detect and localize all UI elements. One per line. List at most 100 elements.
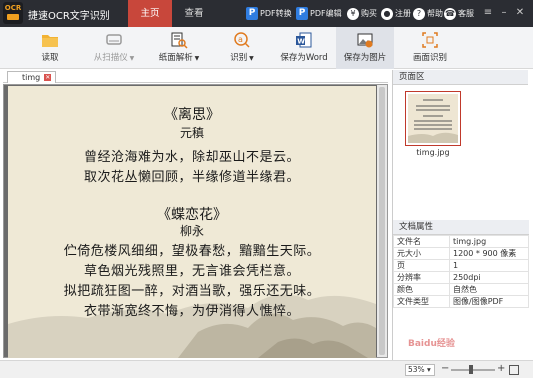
poem-line: 草色烟光残照里，无言谁会凭栏意。 <box>83 264 300 279</box>
pdf-convert-link[interactable]: P PDF转换 <box>246 6 292 21</box>
chevron-down-icon: ▼ <box>127 55 135 62</box>
zoom-slider-handle[interactable] <box>468 365 473 374</box>
property-key: 文件名 <box>393 235 450 248</box>
document-tab[interactable]: timg ✕ <box>7 71 57 83</box>
save-image-label: 保存为图片 <box>343 53 387 63</box>
table-row: 文件名 timg.jpg <box>393 235 529 248</box>
poem-line: 伫倚危楼风细细，望极春愁，黯黯生天际。 <box>63 244 321 259</box>
parse-label: 纸面解析 <box>158 53 193 63</box>
pdf-convert-icon: P <box>246 7 258 20</box>
recognize-label: 识别 <box>230 53 248 63</box>
zoom-out-button[interactable]: − <box>441 363 449 375</box>
table-row: 颜色 自然色 <box>393 283 529 296</box>
scrollbar-thumb[interactable] <box>379 87 385 355</box>
watermark: Baidu经验 <box>408 339 455 349</box>
close-icon[interactable]: ✕ <box>514 7 526 19</box>
tab-view[interactable]: 查看 <box>172 0 216 27</box>
property-value: 1200 * 900 像素 <box>449 247 529 260</box>
register-label: 注册 <box>395 9 411 18</box>
buy-link[interactable]: ¥ 购买 <box>347 6 377 21</box>
document-search-icon <box>171 32 188 49</box>
minimize-icon[interactable]: – <box>498 7 510 19</box>
save-word-label: 保存为Word <box>280 53 328 63</box>
property-key: 颜色 <box>393 283 450 296</box>
menu-icon[interactable]: ≡ <box>482 7 494 19</box>
cart-icon: ¥ <box>347 7 359 20</box>
pdf-convert-label: PDF转换 <box>260 9 292 18</box>
save-word-button[interactable]: W 保存为Word <box>278 27 330 69</box>
word-icon: W <box>296 32 312 48</box>
poem-author-1: 元稹 <box>179 126 204 140</box>
svg-text:W: W <box>297 38 305 46</box>
close-tab-icon[interactable]: ✕ <box>44 74 52 81</box>
property-value: 自然色 <box>449 283 529 296</box>
properties-title: 文档属性 <box>393 220 529 235</box>
property-key: 文件类型 <box>393 295 450 308</box>
service-label: 客服 <box>458 9 474 18</box>
app-title: 捷速OCR文字识别 <box>28 11 110 22</box>
open-button[interactable]: 读取 <box>30 27 70 69</box>
poem-title-2: 《蝶恋花》 <box>157 207 227 223</box>
chevron-down-icon: ▼ <box>192 55 200 62</box>
scan-label: 从扫描仪 <box>93 53 128 63</box>
recognize-button[interactable]: a 识别 ▼ <box>224 27 260 69</box>
help-label: 帮助 <box>427 9 443 18</box>
register-link[interactable]: ● 注册 <box>381 6 411 21</box>
status-bar: 53% ▾ − + <box>0 360 533 378</box>
help-link[interactable]: ? 帮助 <box>413 6 443 21</box>
scan-button[interactable]: 从扫描仪 ▼ <box>88 27 140 69</box>
document-page: 《离思》 元稹 曾经沧海难为水，除却巫山不是云。 取次花丛懒回顾，半缘修道半缘君… <box>8 86 376 358</box>
poem-line: 取次花丛懒回顾，半缘修道半缘君。 <box>83 170 300 185</box>
right-panel: 页面区 timg.jpg 文档属性 文件名 timg.jpg 元大小 1200 * … <box>392 70 529 360</box>
property-value: 图像/图像PDF <box>449 295 529 308</box>
title-bar: OCR 捷速OCR文字识别 主页 查看 P PDF转换 P PDF编辑 ¥ 购买 ● 注… <box>0 0 533 27</box>
crop-icon <box>422 32 438 48</box>
thumbnail-image <box>408 94 458 143</box>
tab-home[interactable]: 主页 <box>128 0 172 27</box>
zoom-value: 53% <box>408 365 425 374</box>
zoom-slider[interactable] <box>451 369 495 371</box>
property-value: 250dpi <box>449 271 529 284</box>
chevron-down-icon: ▼ <box>247 55 254 62</box>
main-toolbar: 读取 从扫描仪 ▼ 纸面解析 ▼ a 识别 ▼ W 保存为Word 保存为图片 <box>0 27 533 69</box>
property-value: 1 <box>449 259 529 272</box>
zoom-in-button[interactable]: + <box>497 363 505 375</box>
poem-line: 拟把疏狂图一醉，对酒当歌，强乐还无味。 <box>63 284 321 299</box>
poem-line: 衣带渐宽终不悔，为伊消得人憔悴。 <box>83 304 300 319</box>
user-icon: ● <box>381 7 393 20</box>
service-link[interactable]: ☎ 客服 <box>444 6 474 21</box>
screen-recognize-button[interactable]: 画面识别 <box>406 27 454 69</box>
pdf-edit-label: PDF编辑 <box>310 9 342 18</box>
table-row: 分辨率 250dpi <box>393 271 529 284</box>
table-row: 元大小 1200 * 900 像素 <box>393 247 529 260</box>
recognize-icon: a <box>234 32 250 48</box>
screen-recognize-label: 画面识别 <box>412 53 447 63</box>
zoom-select[interactable]: 53% ▾ <box>405 364 435 376</box>
buy-label: 购买 <box>361 9 377 18</box>
document-tab-bar: timg ✕ <box>3 70 388 83</box>
vertical-scrollbar[interactable] <box>377 85 387 357</box>
open-label: 读取 <box>41 53 59 63</box>
save-image-icon <box>357 33 373 48</box>
document-viewer: 《离思》 元稹 曾经沧海难为水，除却巫山不是云。 取次花丛懒回顾，半缘修道半缘君… <box>3 84 388 358</box>
scanner-icon <box>106 34 122 45</box>
document-properties: 文档属性 文件名 timg.jpg 元大小 1200 * 900 像素 页1 分辨率… <box>393 220 529 308</box>
app-logo-text: OCR <box>4 4 22 12</box>
table-row: 页1 <box>393 259 529 272</box>
parse-button[interactable]: 纸面解析 ▼ <box>152 27 206 69</box>
poem-line: 曾经沧海难为水，除却巫山不是云。 <box>83 150 300 165</box>
svg-text:a: a <box>238 35 243 44</box>
properties-table: 文件名 timg.jpg 元大小 1200 * 900 像素 页1 分辨率 250dp… <box>393 235 529 308</box>
help-icon: ? <box>413 7 425 20</box>
save-image-button[interactable]: 保存为图片 <box>336 27 394 69</box>
page-thumbnail[interactable] <box>405 91 461 146</box>
fit-page-icon[interactable] <box>509 365 519 375</box>
document-tab-label: timg <box>22 73 41 82</box>
thumbnail-name: timg.jpg <box>416 148 450 157</box>
headset-icon: ☎ <box>444 7 456 20</box>
pdf-edit-link[interactable]: P PDF编辑 <box>296 6 342 21</box>
page-panel-title: 页面区 <box>393 70 528 85</box>
poem-title-1: 《离思》 <box>164 107 220 123</box>
poem-author-2: 柳永 <box>179 224 204 238</box>
folder-icon <box>42 35 58 47</box>
